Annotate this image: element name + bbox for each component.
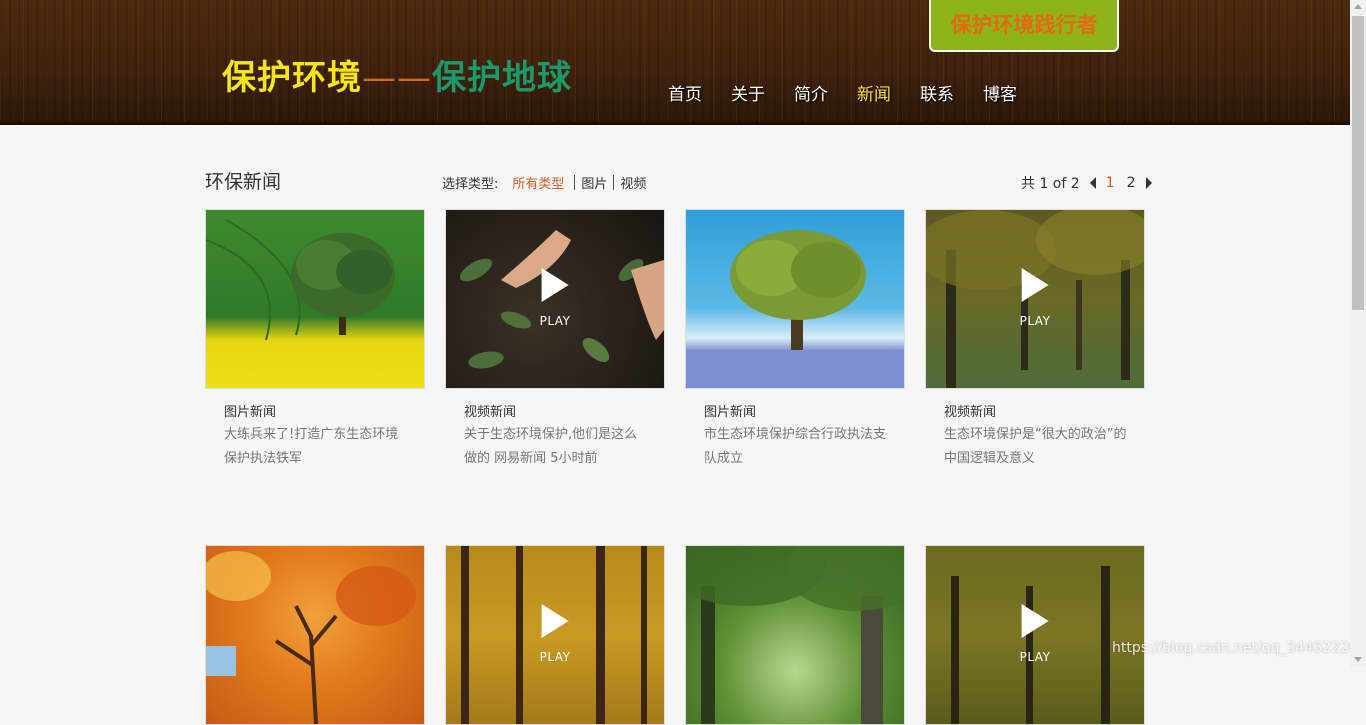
- news-thumbnail[interactable]: [205, 545, 425, 725]
- section-title: 环保新闻: [205, 171, 282, 193]
- logo-dash: ——: [362, 58, 432, 98]
- news-type: 视频新闻: [944, 405, 997, 420]
- news-card[interactable]: PLAY: [925, 545, 1145, 725]
- news-card[interactable]: PLAY: [445, 545, 665, 725]
- filter-all[interactable]: 所有类型: [512, 173, 574, 192]
- news-thumbnail[interactable]: [205, 209, 425, 389]
- play-button[interactable]: PLAY: [540, 604, 571, 664]
- news-type: 视频新闻: [464, 405, 517, 420]
- slogan-badge: 保护环境践行者: [929, 0, 1119, 52]
- news-card[interactable]: PLAY 视频新闻 生态环境保护是“很大的政治”的中国逻辑及意义: [925, 209, 1145, 466]
- watermark: https://blog.csdn.net/qq_34462220: [1112, 640, 1358, 656]
- news-type: 图片新闻: [704, 405, 757, 420]
- page-2[interactable]: 2: [1127, 175, 1136, 191]
- play-icon: [1021, 604, 1049, 638]
- page-count: 共 1 of 2: [1021, 176, 1080, 192]
- news-desc[interactable]: 市生态环境保护综合行政执法支队成立: [704, 423, 889, 471]
- news-card[interactable]: [685, 545, 905, 725]
- logo-text-part2: 保护地球: [432, 58, 572, 98]
- news-card[interactable]: 图片新闻 市生态环境保护综合行政执法支队成立: [685, 209, 905, 466]
- news-desc[interactable]: 生态环境保护是“很大的政治”的中国逻辑及意义: [944, 423, 1129, 471]
- page-1[interactable]: 1: [1106, 175, 1115, 191]
- news-desc[interactable]: 关于生态环境保护,他们是这么做的 网易新闻 5小时前: [464, 423, 649, 471]
- video-thumbnail[interactable]: PLAY: [925, 545, 1145, 725]
- nav-blog[interactable]: 博客: [983, 80, 1017, 105]
- pagination: 共 1 of 2 1 2: [1021, 173, 1152, 193]
- nav-news[interactable]: 新闻: [857, 80, 891, 105]
- filter-videos[interactable]: 视频: [614, 173, 652, 192]
- play-icon: [1021, 268, 1049, 302]
- nav-about[interactable]: 关于: [731, 80, 765, 105]
- play-icon: [541, 604, 569, 638]
- play-label: PLAY: [539, 650, 571, 664]
- scroll-down-icon[interactable]: [1354, 657, 1362, 662]
- video-thumbnail[interactable]: PLAY: [445, 545, 665, 725]
- play-label: PLAY: [1019, 314, 1051, 328]
- logo-text-part1: 保护环境: [222, 58, 362, 98]
- filter-label: 选择类型:: [442, 177, 499, 192]
- news-card[interactable]: 图片新闻 大练兵来了!打造广东生态环境保护执法铁军: [205, 209, 425, 466]
- scroll-up-icon[interactable]: [1354, 4, 1362, 9]
- video-thumbnail[interactable]: PLAY: [445, 209, 665, 389]
- news-desc[interactable]: 大练兵来了!打造广东生态环境保护执法铁军: [224, 423, 409, 471]
- scroll-thumb[interactable]: [1352, 16, 1364, 310]
- play-button[interactable]: PLAY: [1020, 268, 1051, 328]
- play-label: PLAY: [1019, 650, 1051, 664]
- main-nav: 首页 关于 简介 新闻 联系 博客: [668, 80, 1046, 105]
- nav-contact[interactable]: 联系: [920, 80, 954, 105]
- news-type: 图片新闻: [224, 405, 277, 420]
- vertical-scrollbar[interactable]: [1350, 0, 1366, 667]
- play-label: PLAY: [539, 314, 571, 328]
- next-page-icon[interactable]: [1145, 177, 1152, 189]
- news-card[interactable]: PLAY 视频新闻 关于生态环境保护,他们是这么做的 网易新闻 5小时前: [445, 209, 665, 466]
- play-button[interactable]: PLAY: [540, 268, 571, 328]
- news-card[interactable]: [205, 545, 425, 725]
- news-thumbnail[interactable]: [685, 545, 905, 725]
- site-header: 保护环境——保护地球 保护环境践行者 首页 关于 简介 新闻 联系 博客: [0, 0, 1350, 125]
- play-icon: [541, 268, 569, 302]
- news-thumbnail[interactable]: [685, 209, 905, 389]
- filter-images[interactable]: 图片: [575, 173, 613, 192]
- video-thumbnail[interactable]: PLAY: [925, 209, 1145, 389]
- site-logo[interactable]: 保护环境——保护地球: [222, 50, 572, 99]
- play-button[interactable]: PLAY: [1020, 604, 1051, 664]
- nav-intro[interactable]: 简介: [794, 80, 828, 105]
- type-filter: 选择类型: 所有类型 图片 视频: [442, 173, 652, 192]
- news-section: 环保新闻 选择类型: 所有类型 图片 视频 共 1 of 2 1 2 图片新闻 …: [0, 125, 1350, 725]
- nav-home[interactable]: 首页: [668, 80, 702, 105]
- prev-page-icon[interactable]: [1089, 177, 1096, 189]
